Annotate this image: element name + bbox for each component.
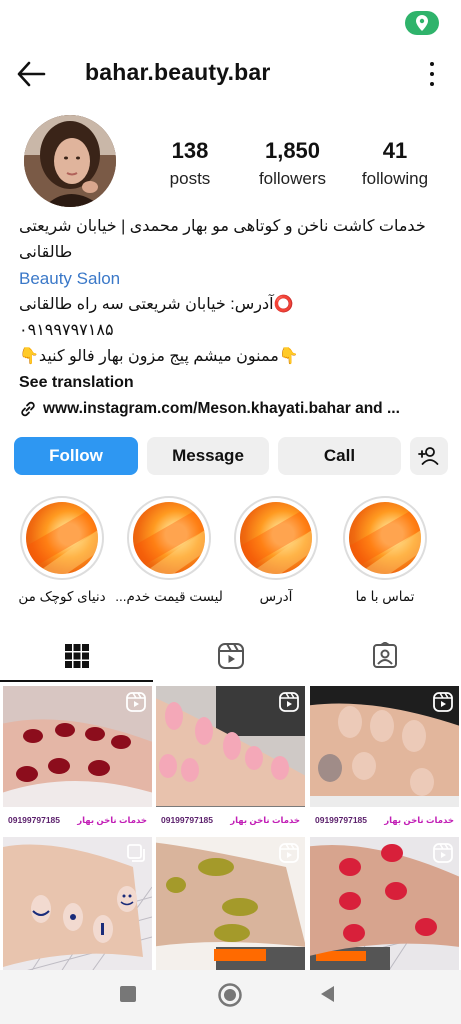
post-banner: 09199797185 خدمات ناخن بهار [310,807,459,833]
highlight-cover [20,496,104,580]
link-icon [21,401,35,417]
bio-line: طالقانی [19,244,73,261]
highlight-label: دنیای کوچک من [18,589,106,604]
banner-phone: 09199797185 [8,815,61,825]
carousel-icon [127,844,145,862]
arrow-left-icon[interactable] [16,60,46,88]
highlight-cover [127,496,211,580]
highlight-cover [343,496,427,580]
post-thumbnail[interactable] [3,837,152,970]
highlight-item[interactable]: تماس با ما [331,496,439,605]
bio-line: خدمات کاشت ناخن و کوتاهی مو بهار محمدی |… [19,218,426,235]
profile-bio: خدمات کاشت ناخن و کوتاهی مو بهار محمدی |… [19,214,449,422]
phone-line: ۰۹۱۹۹۷۹۷۱۸۵ [19,322,114,339]
reels-icon [126,692,146,712]
see-translation-link[interactable]: See translation [19,370,449,396]
profile-username: bahar.beauty.bar [85,59,271,85]
call-button[interactable]: Call [278,437,401,475]
banner-service: خدمات ناخن بهار [230,814,300,825]
post-banner: 09199797185 خدمات ناخن بهار [156,807,305,833]
profile-tabs [0,630,461,682]
tagged-person-icon [372,642,397,668]
highlight-label: تماس با ما [355,589,415,604]
more-vertical-icon[interactable] [429,62,435,86]
profile-header: bahar.beauty.bar [0,48,461,100]
following-number: 41 [382,138,408,163]
banner-phone: 09199797185 [315,815,368,825]
banner-phone: 09199797185 [161,815,214,825]
active-tab-indicator [0,680,153,682]
reels-icon [433,692,453,712]
tab-reels[interactable] [154,630,307,682]
message-button[interactable]: Message [147,437,269,475]
follow-request-line: 👇ممنون میشم پیج مزون بهار فالو کنید👇 [19,348,299,365]
highlight-label: آدرس [259,589,293,604]
reels-icon [433,843,453,863]
story-highlights: دنیای کوچک من لیست قیمت خدم... آدرس تماس… [0,496,461,612]
recents-square-icon[interactable] [118,984,138,1009]
post-banner: 09199797185 خدمات ناخن بهار [3,807,152,833]
banner-service: خدمات ناخن بهار [384,814,454,825]
followers-label: followers [258,169,327,188]
post-thumbnail[interactable] [310,837,459,970]
posts-number: 138 [171,138,209,163]
avatar[interactable] [24,115,116,207]
highlight-item[interactable]: آدرس [222,496,330,605]
reels-icon [279,692,299,712]
posts-label: posts [169,169,211,188]
status-bar [0,0,461,48]
banner-service: خدمات ناخن بهار [77,814,147,825]
post-thumbnail[interactable] [156,837,305,970]
post-thumbnail[interactable]: 09199797185 خدمات ناخن بهار [310,686,459,833]
following-count[interactable]: 41 following [352,138,438,189]
highlight-item[interactable]: لیست قیمت خدم... [115,496,223,605]
post-thumbnail[interactable]: 09199797185 خدمات ناخن بهار [3,686,152,833]
home-circle-icon[interactable] [217,982,243,1013]
tab-tagged[interactable] [308,630,461,682]
grid-icon [64,644,89,668]
external-link[interactable]: www.instagram.com/Meson.khayati.bahar an… [19,396,449,422]
posts-grid: 09199797185 خدمات ناخن بهار 09199797185 خد… [0,686,461,970]
location-pin-icon [405,11,439,35]
back-triangle-icon[interactable] [318,984,338,1009]
follow-button[interactable]: Follow [14,437,138,475]
highlight-label: لیست قیمت خدم... [115,589,223,604]
followers-count[interactable]: 1,850 followers [245,138,340,189]
following-label: following [361,169,429,188]
category-label[interactable]: Beauty Salon [19,266,449,292]
add-person-icon[interactable] [410,437,448,475]
external-link-text: www.instagram.com/Meson.khayati.bahar an… [43,400,400,417]
address-line: ⭕آدرس: خیابان شریعتی سه راه طالقانی [19,296,294,313]
profile-actions: Follow Message Call [14,437,448,475]
posts-count[interactable]: 138 posts [155,138,225,189]
followers-number: 1,850 [264,138,321,163]
reels-icon [217,643,244,669]
reels-icon [279,843,299,863]
highlight-cover [234,496,318,580]
tab-grid[interactable] [0,630,153,682]
system-nav-bar [0,970,461,1024]
highlight-item[interactable]: دنیای کوچک من [8,496,116,605]
post-thumbnail[interactable]: 09199797185 خدمات ناخن بهار [156,686,305,833]
